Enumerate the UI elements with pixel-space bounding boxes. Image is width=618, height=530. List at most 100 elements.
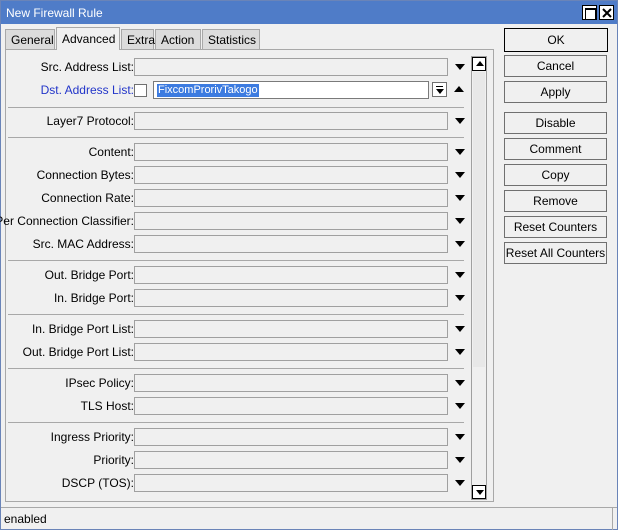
- out-bridge-port-list-row: Out. Bridge Port List:: [6, 343, 476, 361]
- divider: [8, 314, 464, 315]
- disable-button[interactable]: Disable: [504, 112, 607, 134]
- src-mac-address-label: Src. MAC Address:: [32, 237, 134, 251]
- tls-host-label: TLS Host:: [80, 399, 134, 413]
- priority-field[interactable]: [134, 451, 448, 469]
- out-bridge-port-label: Out. Bridge Port:: [44, 268, 134, 282]
- src-mac-address-row: Src. MAC Address:: [6, 235, 476, 253]
- reset-all-counters-button[interactable]: Reset All Counters: [504, 242, 607, 264]
- connection-bytes-dropdown-icon[interactable]: [455, 172, 465, 178]
- copy-button[interactable]: Copy: [504, 164, 607, 186]
- ipsec-policy-dropdown-icon[interactable]: [455, 380, 465, 386]
- src-address-list-dropdown-icon[interactable]: [455, 64, 465, 70]
- connection-rate-row: Connection Rate:: [6, 189, 476, 207]
- divider: [8, 422, 464, 423]
- divider: [8, 107, 464, 108]
- tab-advanced[interactable]: Advanced: [56, 27, 120, 50]
- status-divider: [612, 508, 613, 530]
- connection-rate-dropdown-icon[interactable]: [455, 195, 465, 201]
- close-icon: [602, 8, 612, 18]
- out-bridge-port-list-field[interactable]: [134, 343, 448, 361]
- priority-dropdown-icon[interactable]: [455, 457, 465, 463]
- connection-bytes-row: Connection Bytes:: [6, 166, 476, 184]
- dscp-tos-dropdown-icon[interactable]: [455, 480, 465, 486]
- tab-general[interactable]: General: [5, 29, 55, 50]
- ingress-priority-field[interactable]: [134, 428, 448, 446]
- comment-button[interactable]: Comment: [504, 138, 607, 160]
- in-bridge-port-field[interactable]: [134, 289, 448, 307]
- dst-address-list-label: Dst. Address List:: [40, 83, 134, 97]
- tls-host-field[interactable]: [134, 397, 448, 415]
- ipsec-policy-row: IPsec Policy:: [6, 374, 476, 392]
- dst-address-list-value: FixcomProrivTakogo: [157, 84, 259, 97]
- dscp-tos-row: DSCP (TOS):: [6, 474, 476, 492]
- tab-statistics[interactable]: Statistics: [202, 29, 260, 50]
- advanced-panel: Src. Address List: Dst. Address List: Fi…: [0, 49, 494, 502]
- status-bar: enabled: [1, 507, 617, 530]
- status-text: enabled: [4, 512, 47, 526]
- cancel-button[interactable]: Cancel: [504, 55, 607, 77]
- connection-bytes-field[interactable]: [134, 166, 448, 184]
- out-bridge-port-row: Out. Bridge Port:: [6, 266, 476, 284]
- dst-address-list-dropdown-button[interactable]: [432, 82, 447, 97]
- content-label: Content:: [88, 145, 134, 159]
- content-dropdown-icon[interactable]: [455, 149, 465, 155]
- scroll-up-button[interactable]: [472, 57, 486, 71]
- dst-address-list-invert-checkbox[interactable]: [134, 84, 147, 97]
- tls-host-row: TLS Host:: [6, 397, 476, 415]
- connection-rate-label: Connection Rate:: [41, 191, 134, 205]
- content-field[interactable]: [134, 143, 448, 161]
- in-bridge-port-list-row: In. Bridge Port List:: [6, 320, 476, 338]
- dst-address-list-input[interactable]: FixcomProrivTakogo: [153, 81, 429, 99]
- dst-address-list-collapse-icon[interactable]: [454, 86, 464, 92]
- scroll-thumb[interactable]: [473, 72, 485, 367]
- per-connection-classifier-label: Per Connection Classifier:: [0, 214, 134, 228]
- scroll-down-button[interactable]: [472, 485, 486, 499]
- connection-bytes-label: Connection Bytes:: [36, 168, 134, 182]
- title-bar[interactable]: New Firewall Rule: [1, 1, 617, 24]
- tls-host-dropdown-icon[interactable]: [455, 403, 465, 409]
- tab-action[interactable]: Action: [155, 29, 201, 50]
- ipsec-policy-label: IPsec Policy:: [65, 376, 134, 390]
- in-bridge-port-list-field[interactable]: [134, 320, 448, 338]
- per-connection-classifier-dropdown-icon[interactable]: [455, 218, 465, 224]
- in-bridge-port-list-label: In. Bridge Port List:: [31, 322, 134, 336]
- divider: [8, 260, 464, 261]
- connection-rate-field[interactable]: [134, 189, 448, 207]
- layer7-protocol-label: Layer7 Protocol:: [46, 114, 134, 128]
- in-bridge-port-row: In. Bridge Port:: [6, 289, 476, 307]
- reset-counters-button[interactable]: Reset Counters: [504, 216, 607, 238]
- out-bridge-port-list-label: Out. Bridge Port List:: [22, 345, 134, 359]
- content-row: Content:: [6, 143, 476, 161]
- in-bridge-port-dropdown-icon[interactable]: [455, 295, 465, 301]
- divider: [8, 137, 464, 138]
- firewall-rule-window: New Firewall Rule General Advanced Extra…: [0, 0, 618, 530]
- maximize-button[interactable]: [582, 5, 597, 20]
- remove-button[interactable]: Remove: [504, 190, 607, 212]
- layer7-protocol-row: Layer7 Protocol:: [6, 112, 476, 130]
- layer7-protocol-field[interactable]: [134, 112, 448, 130]
- vertical-scrollbar[interactable]: [471, 56, 487, 500]
- out-bridge-port-list-dropdown-icon[interactable]: [455, 349, 465, 355]
- close-button[interactable]: [599, 5, 614, 20]
- src-mac-address-dropdown-icon[interactable]: [455, 241, 465, 247]
- per-connection-classifier-row: Per Connection Classifier:: [0, 212, 476, 230]
- ipsec-policy-field[interactable]: [134, 374, 448, 392]
- per-connection-classifier-field[interactable]: [134, 212, 448, 230]
- src-mac-address-field[interactable]: [134, 235, 448, 253]
- src-address-list-field[interactable]: [134, 58, 448, 76]
- window-title: New Firewall Rule: [6, 6, 103, 20]
- dst-address-list-row: Dst. Address List: FixcomProrivTakogo: [6, 81, 476, 99]
- dscp-tos-field[interactable]: [134, 474, 448, 492]
- ingress-priority-dropdown-icon[interactable]: [455, 434, 465, 440]
- divider: [8, 368, 464, 369]
- apply-button[interactable]: Apply: [504, 81, 607, 103]
- layer7-protocol-dropdown-icon[interactable]: [455, 118, 465, 124]
- out-bridge-port-dropdown-icon[interactable]: [455, 272, 465, 278]
- in-bridge-port-list-dropdown-icon[interactable]: [455, 326, 465, 332]
- out-bridge-port-field[interactable]: [134, 266, 448, 284]
- tab-extra[interactable]: Extra: [121, 29, 155, 50]
- ok-button[interactable]: OK: [504, 28, 608, 52]
- ingress-priority-row: Ingress Priority:: [6, 428, 476, 446]
- src-address-list-row: Src. Address List:: [6, 58, 476, 76]
- priority-label: Priority:: [93, 453, 134, 467]
